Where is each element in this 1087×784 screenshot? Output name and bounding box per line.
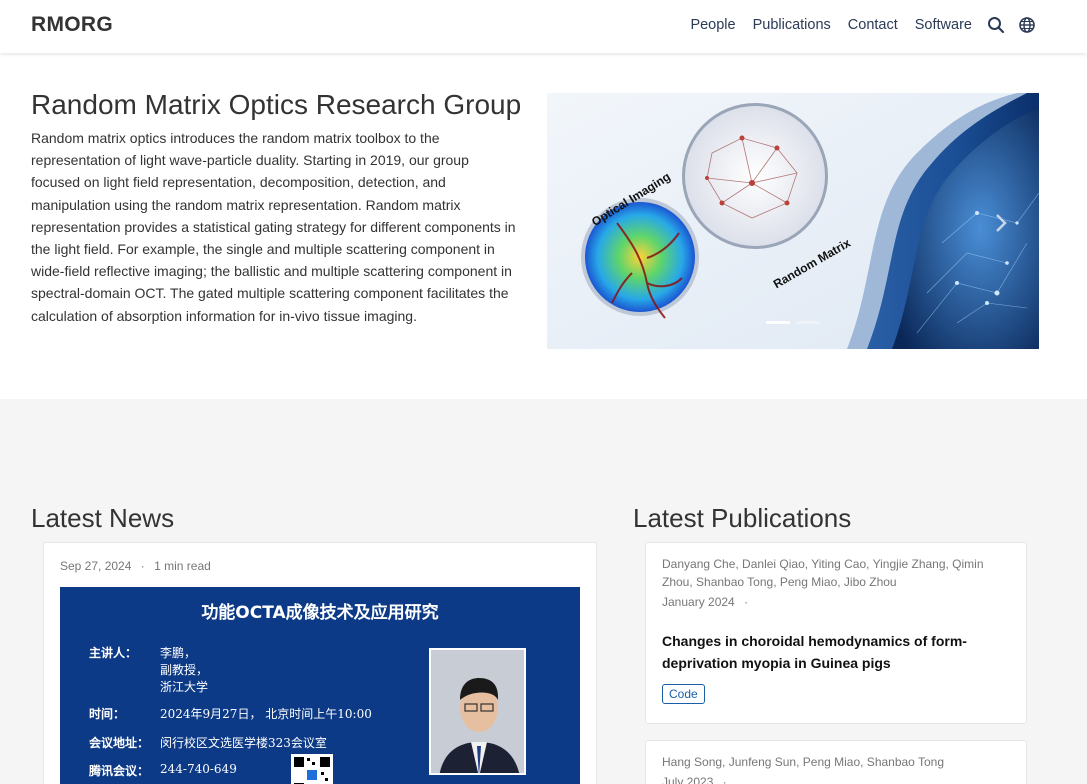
news-date: Sep 27, 2024 [60, 559, 132, 573]
publication-title[interactable]: Changes in choroidal hemodynamics of for… [662, 630, 1002, 674]
poster-speaker-line-1: 李鹏， [160, 646, 197, 660]
news-card[interactable]: Sep 27, 2024 · 1 min read 功能OCTA成像技术及应用研… [43, 542, 597, 784]
publication-authors: Danyang Che, Danlei Qiao, Yiting Cao, Yi… [662, 557, 984, 589]
poster-meeting-key: 腾讯会议： [89, 764, 150, 778]
publication-date: July 2023 [662, 775, 714, 784]
poster-title: 功能OCTA成像技术及应用研究 [201, 603, 439, 623]
nav-link-contact[interactable]: Contact [848, 17, 898, 33]
publication-card[interactable]: Danyang Che, Danlei Qiao, Yiting Cao, Yi… [645, 542, 1027, 724]
publications-heading: Latest Publications [633, 503, 852, 533]
nav-link-publications[interactable]: Publications [753, 17, 831, 33]
hero-title: Random Matrix Optics Research Group [31, 89, 522, 120]
nav-link-software[interactable]: Software [915, 17, 972, 33]
news-read-time: 1 min read [154, 559, 211, 573]
publication-card[interactable]: Hang Song, Junfeng Sun, Peng Miao, Shanb… [645, 740, 1027, 784]
search-icon[interactable] [987, 16, 1005, 34]
speaker-photo [429, 648, 526, 775]
nav-link-people[interactable]: People [690, 17, 735, 33]
meta-separator: · [722, 775, 727, 784]
news-meta: Sep 27, 2024 · 1 min read [60, 559, 211, 573]
hero-carousel-image: Optical Imaging Random Matrix [547, 93, 1039, 349]
publication-date: January 2024 [662, 595, 735, 609]
brand-logo[interactable]: RMORG [31, 13, 113, 37]
poster-qr-code [291, 754, 333, 784]
hero-section: Random Matrix Optics Research Group Rand… [0, 53, 1087, 399]
news-poster[interactable]: 功能OCTA成像技术及应用研究 主讲人： 李鹏， 副教授， 浙江大学 时间： 2… [60, 587, 580, 784]
news-heading: Latest News [31, 503, 175, 533]
carousel-indicator [796, 321, 820, 324]
carousel-indicator-active [766, 321, 790, 324]
meta-separator: · [744, 595, 749, 609]
poster-venue-key: 会议地址： [89, 736, 150, 750]
navbar: RMORG People Publications Contact Softwa… [0, 0, 1087, 53]
code-button[interactable]: Code [662, 684, 705, 704]
publication-meta: January 2024 · [662, 595, 748, 609]
hero-description: Random matrix optics introduces the rand… [31, 130, 516, 324]
hero-carousel[interactable]: Optical Imaging Random Matrix [547, 93, 1039, 349]
poster-time-value: 2024年9月27日， 北京时间上午10:00 [160, 707, 372, 721]
globe-icon[interactable] [1018, 16, 1036, 34]
poster-speaker-line-2: 副教授， [160, 663, 209, 677]
meta-separator: · [140, 559, 145, 573]
poster-speaker-line-3: 浙江大学 [160, 680, 209, 694]
poster-meeting-value: 244-740-649 [160, 762, 237, 776]
poster-time-key: 时间： [89, 707, 126, 721]
publication-authors: Hang Song, Junfeng Sun, Peng Miao, Shanb… [662, 755, 944, 769]
nav-links: People Publications Contact Software [690, 17, 972, 33]
poster-venue-value: 闵行校区文选医学楼323会议室 [160, 736, 327, 750]
poster-speaker-key: 主讲人： [89, 646, 138, 660]
publication-meta: July 2023 · [662, 775, 727, 784]
